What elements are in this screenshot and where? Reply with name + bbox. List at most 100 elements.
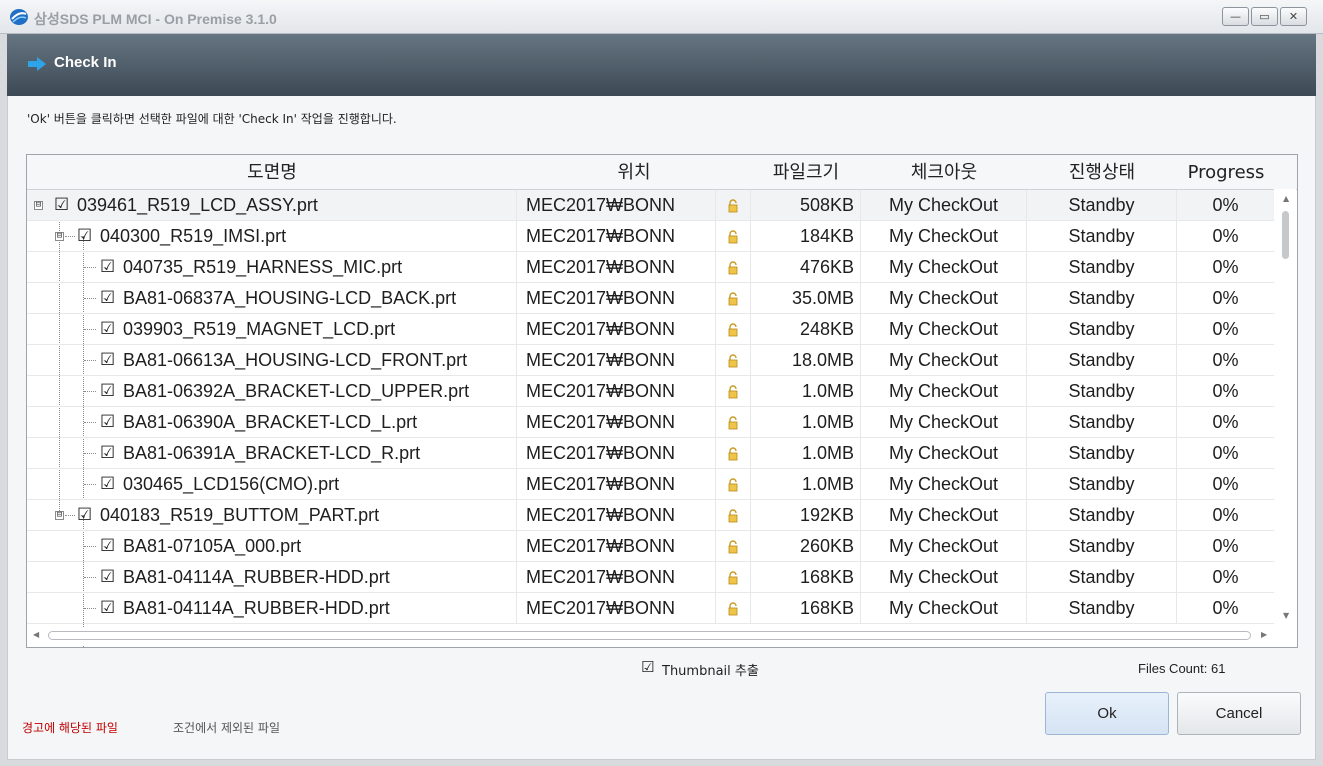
table-row[interactable]: ⊟ ☑ 040183_R519_BUTTOM_PART.prt MEC2017₩… [27, 500, 1275, 531]
table-row[interactable]: ⊟ ☑ 039461_R519_LCD_ASSY.prt MEC2017₩BON… [27, 190, 1275, 221]
status-cell: Standby [1027, 345, 1177, 375]
file-name: BA81-06392A_BRACKET-LCD_UPPER.prt [123, 381, 470, 401]
lock-cell [716, 500, 751, 530]
tree-line [84, 360, 96, 361]
progress-cell: 0% [1177, 314, 1275, 344]
close-icon: ✕ [1288, 10, 1299, 23]
lock-cell [716, 190, 751, 220]
column-header-progress[interactable]: Progress [1177, 155, 1275, 190]
column-header-name[interactable]: 도면명 [27, 155, 517, 190]
size-cell: 248KB [751, 314, 861, 344]
thumbnail-label[interactable]: Thumbnail 추출 [662, 660, 759, 679]
scroll-right-icon[interactable]: ▶ [1261, 630, 1267, 639]
row-checkbox[interactable]: ☑ [100, 414, 116, 431]
progress-cell: 0% [1177, 438, 1275, 468]
status-cell: Standby [1027, 221, 1177, 251]
minimize-button[interactable]: — [1222, 7, 1249, 26]
lock-icon [728, 509, 738, 523]
status-cell: Standby [1027, 283, 1177, 313]
lock-icon [728, 571, 738, 585]
status-cell: Standby [1027, 407, 1177, 437]
row-checkbox[interactable]: ☑ [100, 538, 116, 555]
file-name: BA81-06613A_HOUSING-LCD_FRONT.prt [123, 350, 468, 370]
row-checkbox[interactable]: ☑ [100, 383, 116, 400]
lock-icon [728, 354, 738, 368]
table-row[interactable]: ☑ BA81-07105A_000.prt MEC2017₩BONN 260KB … [27, 531, 1275, 562]
checkout-cell: My CheckOut [861, 345, 1027, 375]
table-row[interactable]: ☑ 040735_R519_HARNESS_MIC.prt MEC2017₩BON… [27, 252, 1275, 283]
size-cell: 184KB [751, 221, 861, 251]
table-row[interactable]: ☑ BA81-06392A_BRACKET-LCD_UPPER.prt MEC20… [27, 376, 1275, 407]
progress-cell: 0% [1177, 283, 1275, 313]
scroll-down-icon[interactable]: ▼ [1283, 611, 1289, 620]
column-header-location[interactable]: 위치 [517, 155, 751, 190]
collapse-icon[interactable]: ⊟ [55, 232, 64, 241]
name-cell: ⊟ ☑ 039461_R519_LCD_ASSY.prt [27, 190, 517, 220]
table-row[interactable]: ☑ BA81-06837A_HOUSING-LCD_BACK.prt MEC201… [27, 283, 1275, 314]
location-cell: MEC2017₩BONN [517, 345, 716, 375]
table-row[interactable]: ☑ BA81-04114A_RUBBER-HDD.prt MEC2017₩BONN… [27, 562, 1275, 593]
column-header-status[interactable]: 진행상태 [1027, 155, 1177, 190]
table-row[interactable]: ☑ BA81-06391A_BRACKET-LCD_R.prt MEC2017₩B… [27, 438, 1275, 469]
checkout-cell: My CheckOut [861, 252, 1027, 282]
file-name: BA81-07105A_000.prt [123, 536, 302, 556]
name-cell: ⊟ ☑ 040300_R519_IMSI.prt [27, 221, 517, 251]
row-checkbox[interactable]: ☑ [54, 197, 70, 214]
row-checkbox[interactable]: ☑ [100, 569, 116, 586]
table-row[interactable]: ☑ BA81-06613A_HOUSING-LCD_FRONT.prt MEC20… [27, 345, 1275, 376]
row-checkbox[interactable]: ☑ [100, 321, 116, 338]
vertical-scroll-thumb[interactable] [1282, 211, 1289, 259]
column-header-checkout[interactable]: 체크아웃 [861, 155, 1027, 190]
progress-cell: 0% [1177, 252, 1275, 282]
row-checkbox[interactable]: ☑ [100, 445, 116, 462]
scroll-left-icon[interactable]: ◀ [33, 630, 39, 639]
status-cell: Standby [1027, 500, 1177, 530]
size-cell: 1.0MB [751, 376, 861, 406]
checkout-cell: My CheckOut [861, 221, 1027, 251]
row-checkbox[interactable]: ☑ [100, 352, 116, 369]
tree-line [84, 546, 96, 547]
checkout-cell: My CheckOut [861, 407, 1027, 437]
thumbnail-checkbox[interactable]: ☑ [641, 658, 654, 676]
checkout-cell: My CheckOut [861, 376, 1027, 406]
collapse-icon[interactable]: ⊟ [34, 201, 43, 210]
scroll-up-icon[interactable]: ▲ [1283, 194, 1289, 203]
location-cell: MEC2017₩BONN [517, 531, 716, 561]
row-checkbox[interactable]: ☑ [100, 259, 116, 276]
table-row[interactable]: ☑ 039903_R519_MAGNET_LCD.prt MEC2017₩BONN… [27, 314, 1275, 345]
table-row[interactable]: ☑ 030465_LCD156(CMO).prt MEC2017₩BONN 1.0… [27, 469, 1275, 500]
lock-cell [716, 283, 751, 313]
row-checkbox[interactable]: ☑ [100, 476, 116, 493]
title-bar: 삼성SDS PLM MCI - On Premise 3.1.0 — ▭ ✕ [0, 0, 1323, 34]
row-checkbox[interactable]: ☑ [100, 290, 116, 307]
maximize-button[interactable]: ▭ [1251, 7, 1278, 26]
file-name: 039903_R519_MAGNET_LCD.prt [123, 319, 396, 339]
close-button[interactable]: ✕ [1280, 7, 1307, 26]
files-count: Files Count: 61 [1138, 661, 1226, 676]
row-checkbox[interactable]: ☑ [77, 228, 93, 245]
lock-cell [716, 593, 751, 623]
file-name: 040735_R519_HARNESS_MIC.prt [123, 257, 403, 277]
grid-rows: ⊟ ☑ 039461_R519_LCD_ASSY.prt MEC2017₩BON… [27, 190, 1275, 647]
progress-cell: 0% [1177, 562, 1275, 592]
status-cell: Standby [1027, 531, 1177, 561]
table-row[interactable]: ⊟ ☑ 040300_R519_IMSI.prt MEC2017₩BONN 18… [27, 221, 1275, 252]
tree-line [84, 422, 96, 423]
column-header-size[interactable]: 파일크기 [751, 155, 861, 190]
ok-button[interactable]: Ok [1045, 692, 1169, 735]
tree-line [84, 329, 96, 330]
name-cell: ☑ BA81-06837A_HOUSING-LCD_BACK.prt [27, 283, 517, 313]
size-cell: 1.0MB [751, 469, 861, 499]
progress-cell: 0% [1177, 221, 1275, 251]
name-cell: ☑ BA81-06391A_BRACKET-LCD_R.prt [27, 438, 517, 468]
horizontal-scroll-thumb[interactable] [48, 631, 1251, 640]
row-checkbox[interactable]: ☑ [100, 600, 116, 617]
row-checkbox[interactable]: ☑ [77, 507, 93, 524]
name-cell: ☑ 040735_R519_HARNESS_MIC.prt [27, 252, 517, 282]
cancel-button[interactable]: Cancel [1177, 692, 1301, 735]
size-cell: 260KB [751, 531, 861, 561]
table-row[interactable]: ☑ BA81-06390A_BRACKET-LCD_L.prt MEC2017₩B… [27, 407, 1275, 438]
table-row[interactable]: ☑ BA81-04114A_RUBBER-HDD.prt MEC2017₩BONN… [27, 593, 1275, 624]
size-cell: 168KB [751, 593, 861, 623]
collapse-icon[interactable]: ⊟ [55, 511, 64, 520]
